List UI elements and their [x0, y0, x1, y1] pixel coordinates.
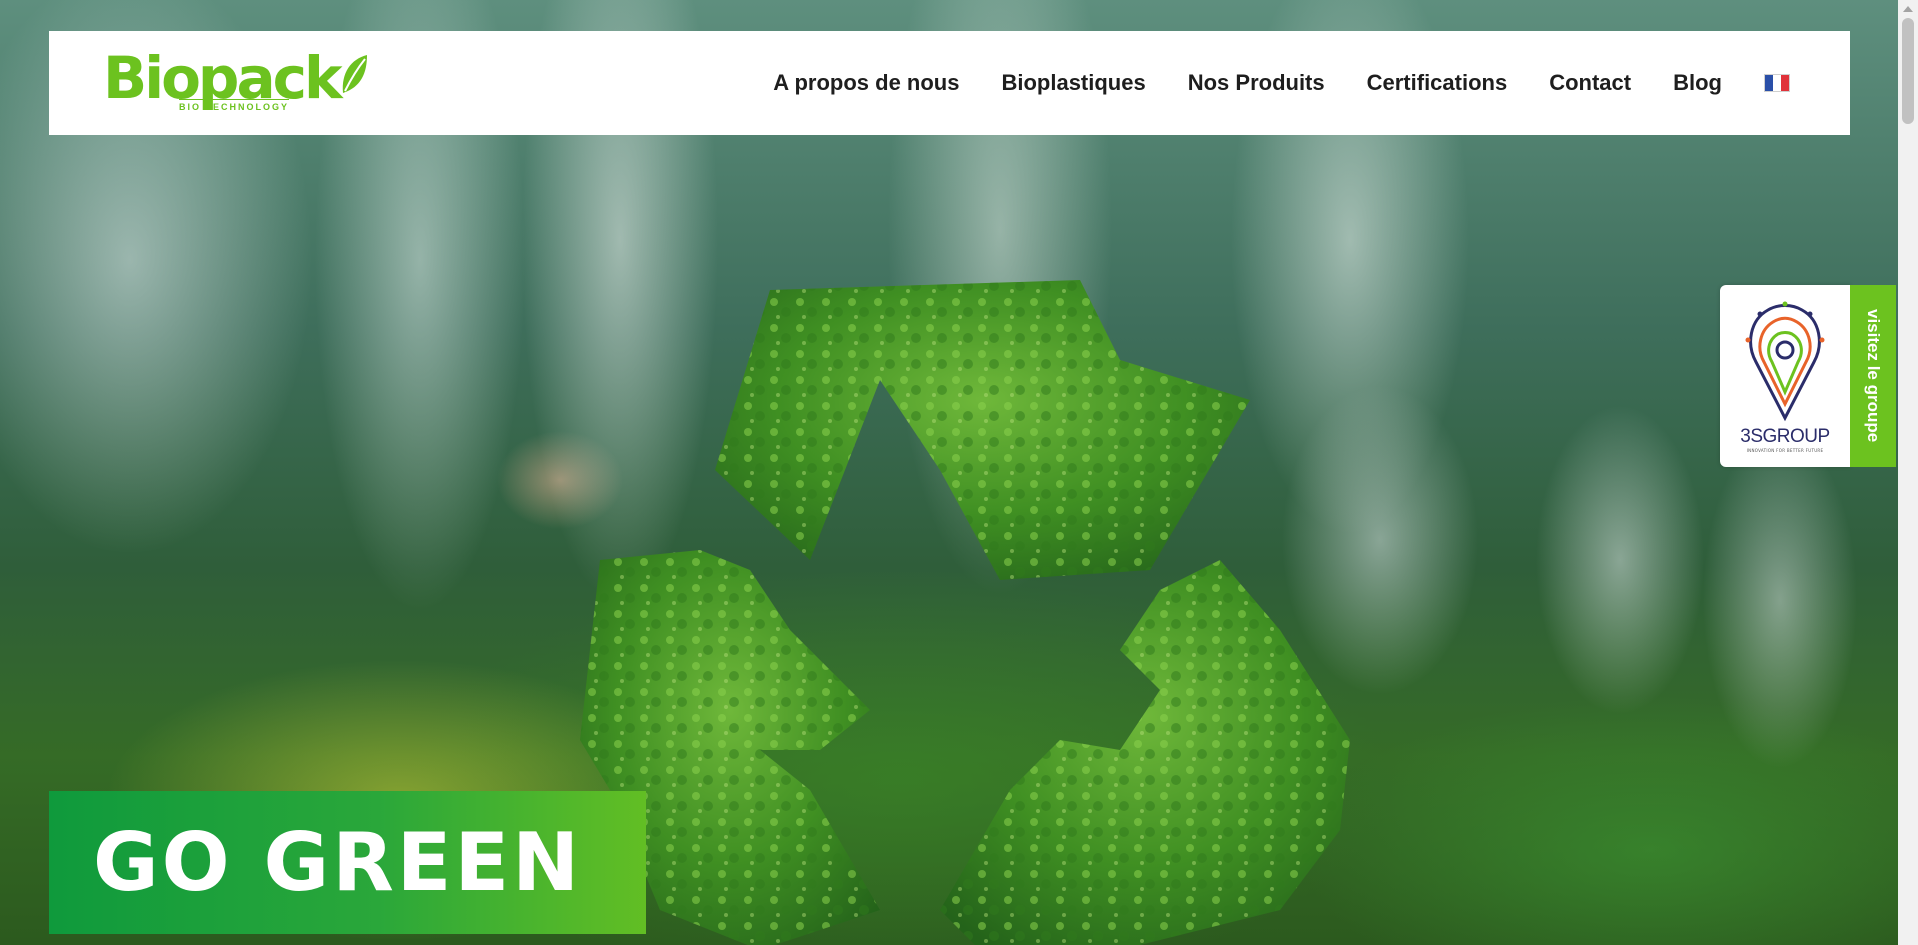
page-viewport: Biopack BIO TECHNOLOGY A propos de nous … [0, 0, 1898, 945]
leaf-icon [342, 55, 367, 93]
french-flag-icon[interactable] [1764, 74, 1790, 92]
nav-item-certifications[interactable]: Certifications [1367, 70, 1508, 96]
group-name: 3SGROUP [1740, 425, 1830, 447]
nav-item-contact[interactable]: Contact [1549, 70, 1631, 96]
main-navigation: A propos de nous Bioplastiques Nos Produ… [731, 70, 1790, 96]
nav-item-blog[interactable]: Blog [1673, 70, 1722, 96]
biopack-logo[interactable]: Biopack BIO TECHNOLOGY [103, 43, 373, 123]
visit-group-tab[interactable]: visitez le groupe [1850, 285, 1896, 467]
visit-group-label: visitez le groupe [1864, 309, 1883, 443]
group-side-widget: 3SGROUP INNOVATION FOR BETTER FUTURE vis… [1720, 285, 1898, 467]
vertical-scrollbar[interactable] [1898, 0, 1918, 945]
scroll-up-icon[interactable] [1903, 6, 1913, 12]
logo-subtitle: BIO TECHNOLOGY [179, 99, 290, 112]
banner-heading: GO GREEN [93, 816, 583, 909]
site-header: Biopack BIO TECHNOLOGY A propos de nous … [49, 31, 1850, 135]
nav-item-products[interactable]: Nos Produits [1188, 70, 1325, 96]
group-tagline: INNOVATION FOR BETTER FUTURE [1746, 447, 1824, 453]
recycle-symbol-image [580, 280, 1350, 945]
go-green-banner: GO GREEN [49, 791, 646, 934]
scrollbar-thumb[interactable] [1902, 18, 1914, 124]
nav-item-about[interactable]: A propos de nous [773, 70, 959, 96]
location-pin-icon [1745, 301, 1825, 421]
nav-item-bioplastics[interactable]: Bioplastiques [1001, 70, 1145, 96]
3sgroup-logo-card[interactable]: 3SGROUP INNOVATION FOR BETTER FUTURE [1720, 285, 1850, 467]
